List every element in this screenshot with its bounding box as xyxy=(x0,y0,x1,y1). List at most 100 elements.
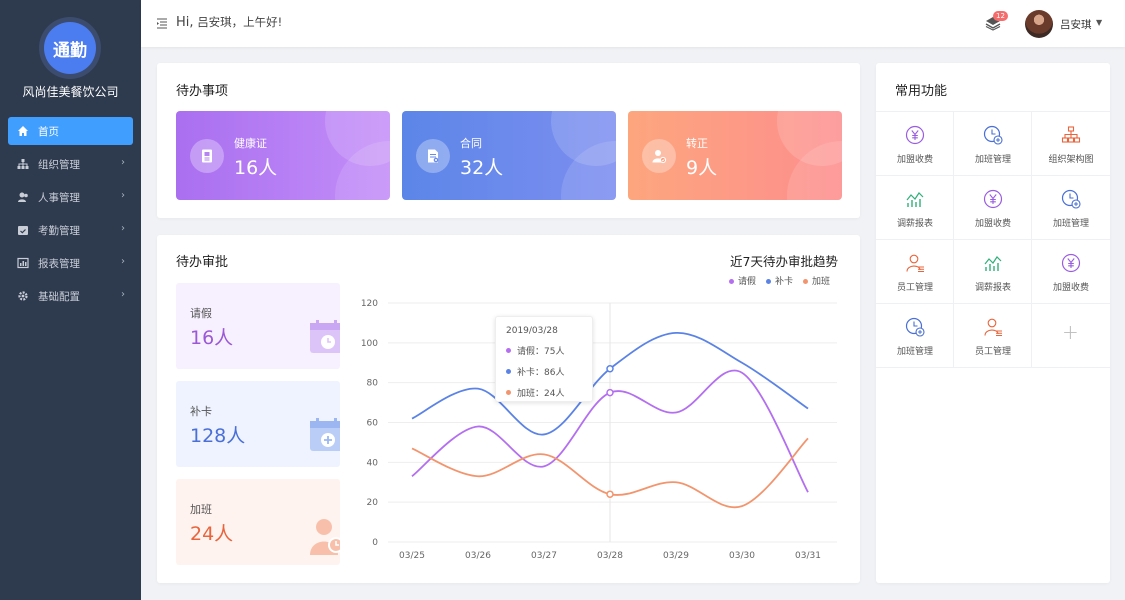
y-tick-label: 0 xyxy=(372,538,378,548)
function-item[interactable]: 调薪报表 xyxy=(876,176,954,239)
x-tick-label: 03/27 xyxy=(531,551,557,561)
function-row: 员工管理 调薪报表 加盟收费 xyxy=(876,239,1110,303)
y-tick-label: 20 xyxy=(367,498,379,508)
notification-badge: 12 xyxy=(993,11,1008,21)
function-label: 加盟收费 xyxy=(974,219,1011,229)
caret-down-icon[interactable]: ▼ xyxy=(1096,18,1102,27)
todo-tile-health[interactable]: 健康证 16人 xyxy=(176,111,390,200)
tooltip-text: 请假：75人 xyxy=(517,347,565,357)
gear-icon xyxy=(17,290,29,302)
report-icon xyxy=(17,257,29,269)
y-tick-label: 40 xyxy=(367,458,379,468)
calendar-plus-icon xyxy=(306,417,340,457)
user-check-icon xyxy=(642,139,676,173)
function-row: 加盟收费 加班管理 组织架构图 xyxy=(876,111,1110,175)
sidebar-item-org[interactable]: 组织管理 › xyxy=(8,150,133,178)
approval-title: 待办审批 xyxy=(176,255,229,270)
x-tick-label: 03/26 xyxy=(465,551,491,561)
tile-label: 合同 xyxy=(460,137,482,150)
tooltip-row: 请假：75人 xyxy=(506,344,582,357)
certificate-icon xyxy=(190,139,224,173)
function-label: 加班管理 xyxy=(896,347,933,357)
stat-label: 补卡 xyxy=(190,405,212,418)
function-label: 加班管理 xyxy=(1052,219,1089,229)
function-label: 员工管理 xyxy=(896,283,933,293)
function-label: 组织架构图 xyxy=(1048,155,1094,165)
legend-item[interactable]: 加班 xyxy=(803,274,830,287)
function-item[interactable]: 加班管理 xyxy=(1032,176,1110,239)
legend-label: 加班 xyxy=(812,277,831,287)
trend-chart[interactable]: 0 20 40 60 80 100 120 03/25 03/26 03/27 03/28 03/29… xyxy=(352,293,847,568)
sidebar-item-home[interactable]: 首页 xyxy=(8,117,133,145)
stat-punch[interactable]: 补卡 128人 xyxy=(176,381,340,467)
stat-value: 24人 xyxy=(190,523,234,545)
org-tree-icon xyxy=(17,158,29,170)
tile-value: 16人 xyxy=(234,157,278,179)
org-chart-icon xyxy=(1061,125,1081,145)
employee-icon xyxy=(983,317,1003,337)
series-point[interactable] xyxy=(606,388,614,397)
y-tick-label: 100 xyxy=(361,339,378,349)
sidebar-item-attendance[interactable]: 考勤管理 › xyxy=(8,216,133,244)
tooltip-row: 补卡：86人 xyxy=(506,365,582,378)
function-item[interactable]: 组织架构图 xyxy=(1032,112,1110,175)
common-functions-card: 常用功能 加盟收费 加班管理 组织架构图 调薪报表 加盟收费 加班管理 员工管理 调薪报表 加盟… xyxy=(876,63,1110,583)
tile-label: 转正 xyxy=(686,137,708,150)
tile-value: 32人 xyxy=(460,157,504,179)
function-item[interactable]: 加盟收费 xyxy=(1032,240,1110,303)
user-clock-icon xyxy=(306,515,340,555)
clock-plus-icon xyxy=(1061,189,1081,209)
y-tick-label: 120 xyxy=(361,299,378,309)
tooltip-row: 加班：24人 xyxy=(506,386,582,399)
function-item[interactable]: 加班管理 xyxy=(954,112,1032,175)
series-point[interactable] xyxy=(606,364,614,373)
stat-leave[interactable]: 请假 16人 xyxy=(176,283,340,369)
legend-item[interactable]: 请假 xyxy=(729,274,756,287)
legend-item[interactable]: 补卡 xyxy=(766,274,793,287)
avatar[interactable] xyxy=(1025,10,1053,38)
todo-tile-contract[interactable]: 合同 32人 xyxy=(402,111,616,200)
logo: 通勤 xyxy=(39,17,101,79)
function-label: 加盟收费 xyxy=(1052,283,1089,293)
tile-value: 9人 xyxy=(686,157,718,179)
approval-card: 待办审批 请假 16人 补卡 128人 加班 24人 近7天待办审批趋势 请假 … xyxy=(157,235,860,583)
chevron-right-icon: › xyxy=(121,190,125,201)
salary-chart-icon xyxy=(905,189,925,209)
yen-icon xyxy=(905,125,925,145)
user-name[interactable]: 吕安琪 xyxy=(1060,17,1092,32)
function-item[interactable]: 员工管理 xyxy=(876,240,954,303)
greeting: Hi, 吕安琪，上午好! xyxy=(176,14,282,30)
stat-overtime[interactable]: 加班 24人 xyxy=(176,479,340,565)
chevron-right-icon: › xyxy=(121,256,125,267)
add-function-button[interactable]: + xyxy=(1032,304,1110,367)
y-tick-label: 60 xyxy=(367,419,379,429)
sidebar: 通勤 风尚佳美餐饮公司 首页 组织管理 › 人事管理 › 考勤管理 › 报表管理… xyxy=(0,0,141,600)
todo-tile-regular[interactable]: 转正 9人 xyxy=(628,111,842,200)
x-tick-label: 03/29 xyxy=(663,551,689,561)
sidebar-item-label: 基础配置 xyxy=(38,290,80,303)
series-point[interactable] xyxy=(606,490,614,498)
sidebar-item-reports[interactable]: 报表管理 › xyxy=(8,249,133,277)
home-icon xyxy=(17,125,29,137)
function-row: 调薪报表 加盟收费 加班管理 xyxy=(876,175,1110,239)
company-name: 风尚佳美餐饮公司 xyxy=(22,85,119,99)
sidebar-item-config[interactable]: 基础配置 › xyxy=(8,282,133,310)
function-item[interactable]: 加盟收费 xyxy=(954,176,1032,239)
function-item[interactable]: 调薪报表 xyxy=(954,240,1032,303)
sidebar-nav: 首页 组织管理 › 人事管理 › 考勤管理 › 报表管理 › 基础配置 › xyxy=(0,117,141,315)
yen-icon xyxy=(1061,253,1081,273)
calendar-check-icon xyxy=(17,224,29,236)
function-row: 加班管理 员工管理 + xyxy=(876,303,1110,367)
menu-toggle-icon[interactable] xyxy=(156,16,168,30)
sidebar-item-label: 人事管理 xyxy=(38,191,80,204)
common-title: 常用功能 xyxy=(895,84,948,99)
sidebar-item-label: 组织管理 xyxy=(38,158,80,171)
function-item[interactable]: 员工管理 xyxy=(954,304,1032,367)
function-item[interactable]: 加盟收费 xyxy=(876,112,954,175)
sidebar-item-hr[interactable]: 人事管理 › xyxy=(8,183,133,211)
y-tick-label: 80 xyxy=(367,379,379,389)
employee-icon xyxy=(905,253,925,273)
greeting-text: 吕安琪，上午好! xyxy=(197,15,283,29)
function-item[interactable]: 加班管理 xyxy=(876,304,954,367)
stat-value: 128人 xyxy=(190,425,246,447)
